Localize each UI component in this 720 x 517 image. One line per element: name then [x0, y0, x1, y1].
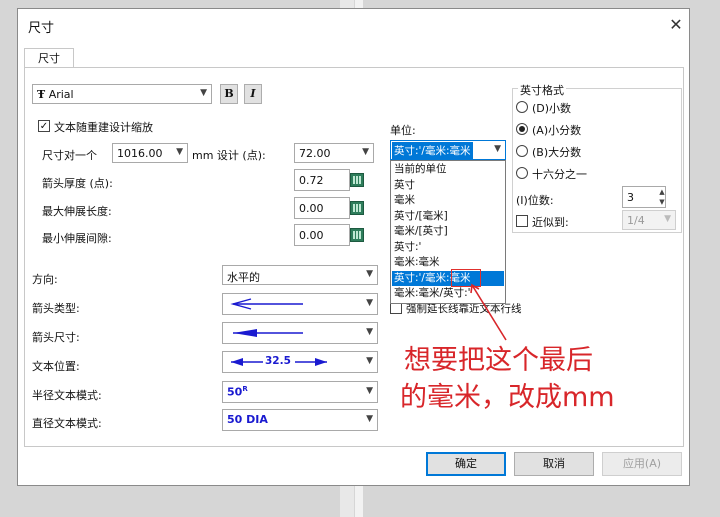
annotation-arrow — [470, 283, 507, 341]
annotation-line-2: 的毫米，改成mm — [400, 382, 615, 413]
annotation-line-1: 想要把这个最后 — [404, 345, 593, 376]
